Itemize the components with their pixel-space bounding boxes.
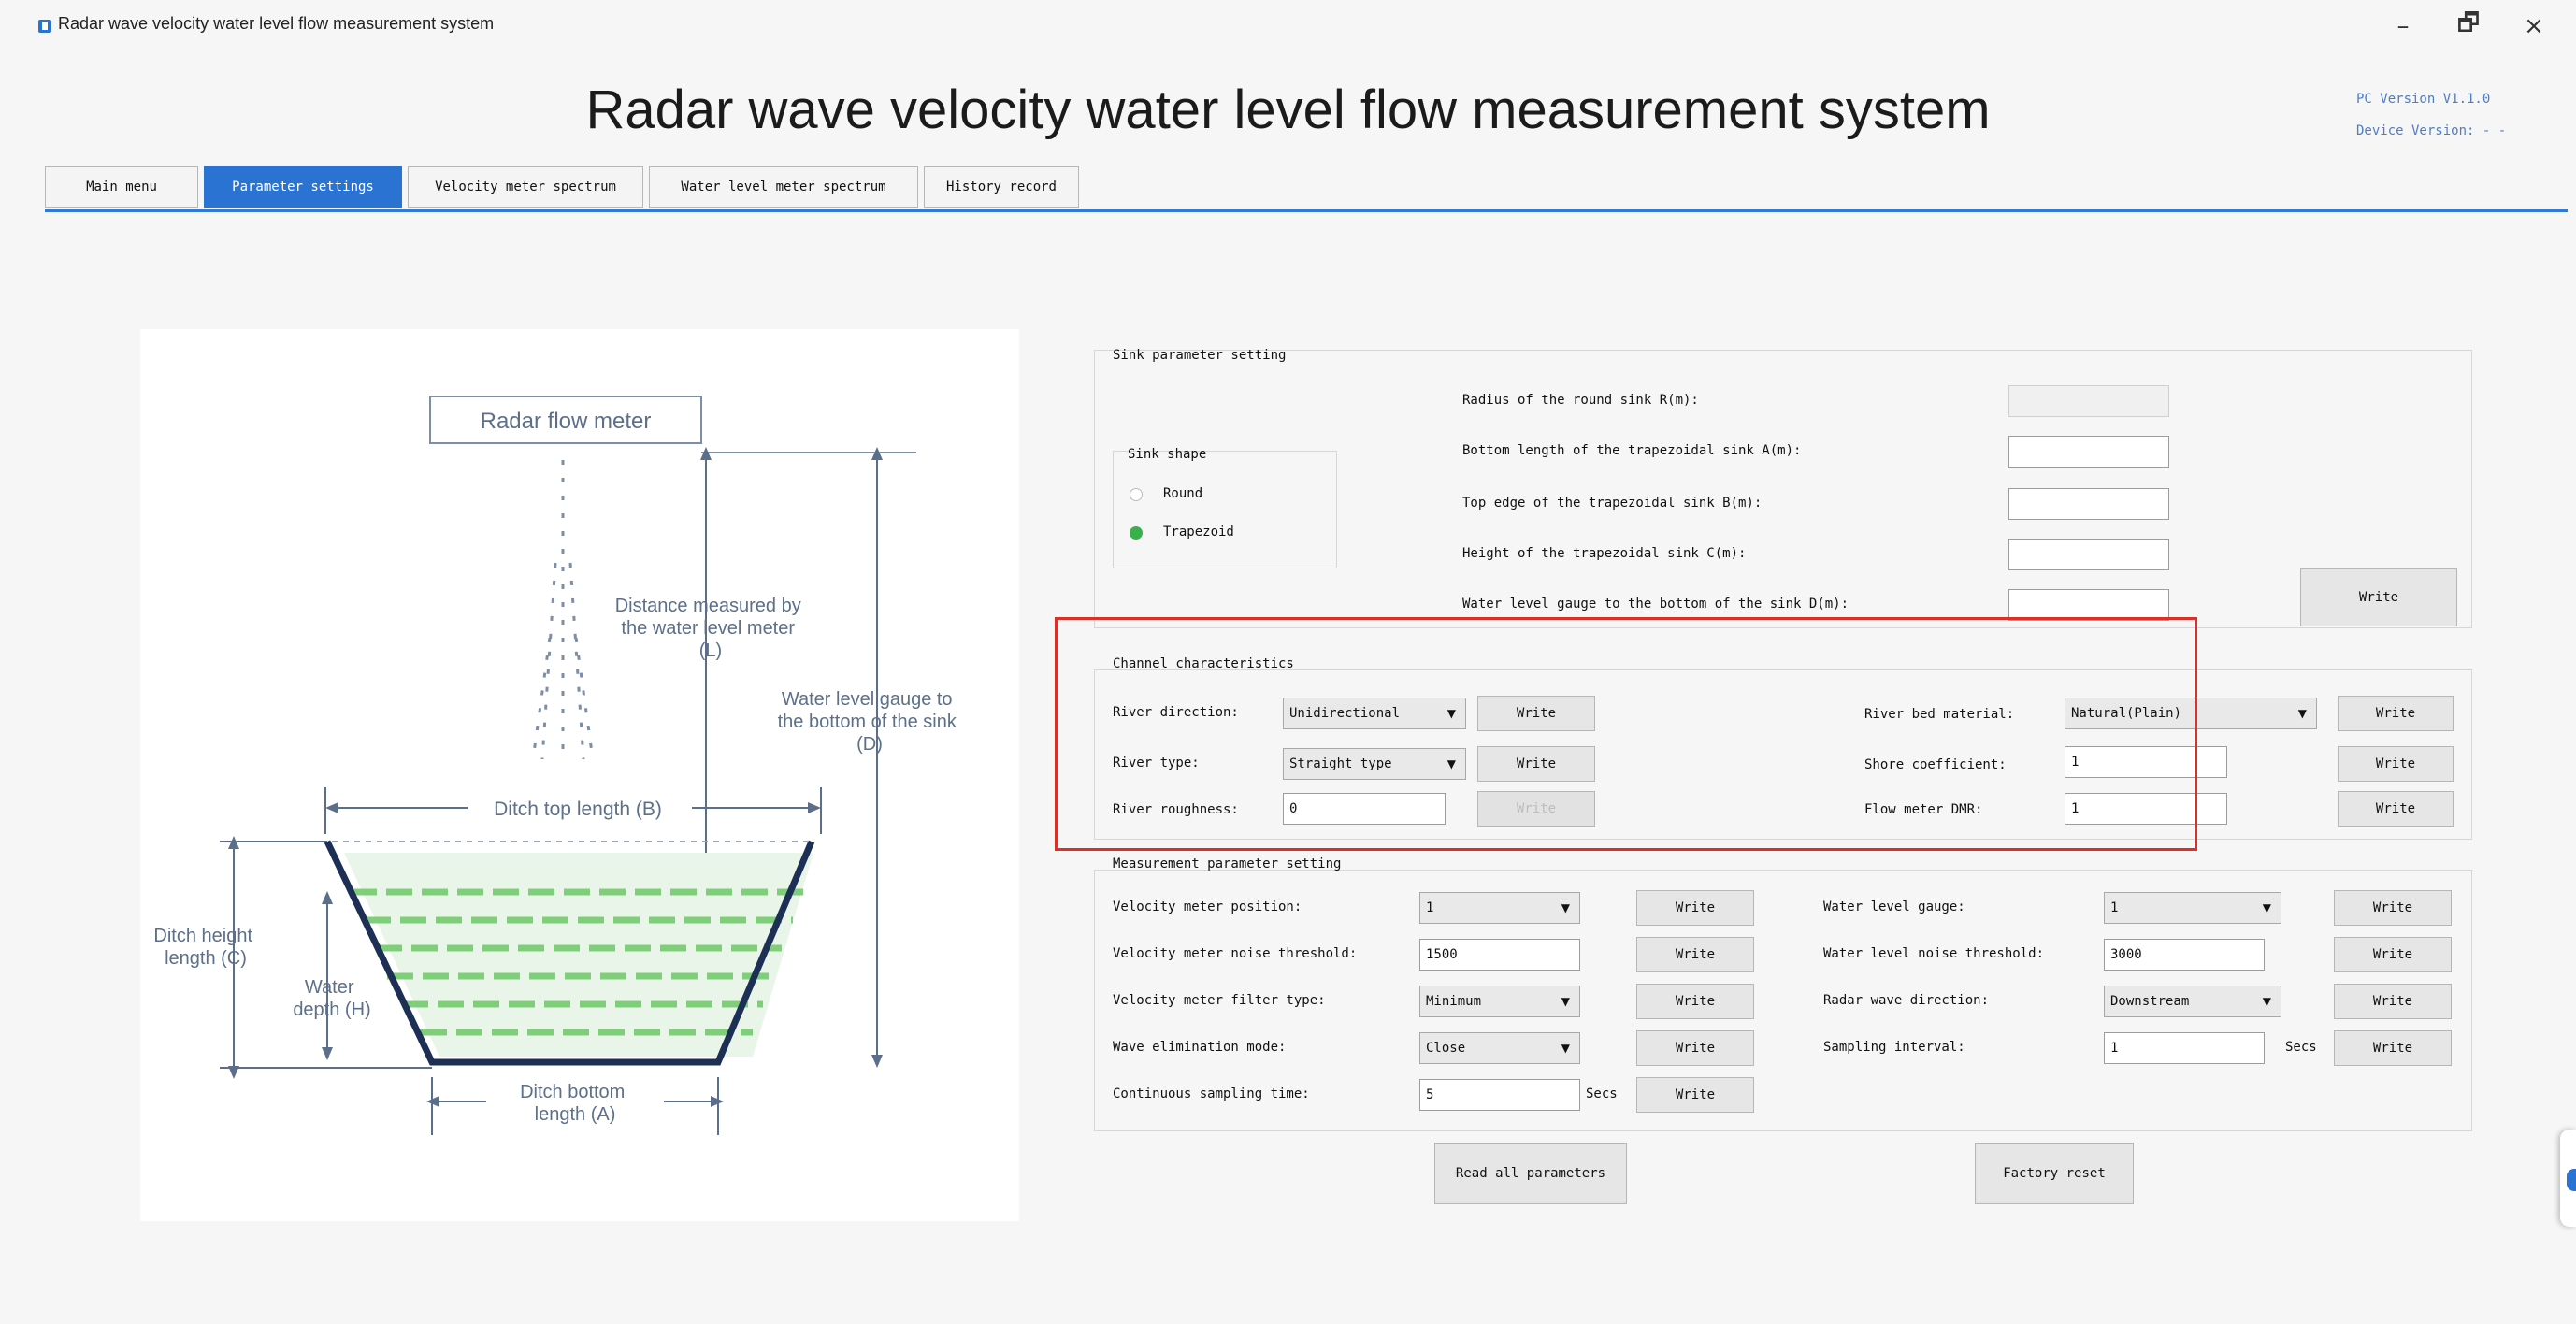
water-gauge-write-button[interactable]: Write (2334, 890, 2452, 926)
height-input[interactable] (2008, 539, 2169, 570)
velocity-position-label: Velocity meter position: (1113, 899, 1302, 914)
sampling-interval-write-button[interactable]: Write (2334, 1030, 2452, 1066)
chevron-down-icon: ▼ (1561, 1042, 1570, 1055)
bed-material-write-button[interactable]: Write (2338, 696, 2454, 731)
velocity-filter-label: Velocity meter filter type: (1113, 993, 1326, 1008)
water-gauge-label: Water level gauge: (1823, 899, 1965, 914)
tab-history-record[interactable]: History record (924, 166, 1079, 208)
top-length-label: Ditch top length (B) (494, 799, 662, 820)
water-noise-input[interactable]: 3000 (2104, 939, 2265, 971)
helper-icon (2567, 1169, 2576, 1191)
radar-beam (531, 460, 595, 760)
measurement-title: Measurement parameter setting (1113, 856, 1342, 871)
bottom-length-input-label: Bottom length of the trapezoidal sink A(… (1462, 443, 1802, 458)
chevron-down-icon: ▼ (1561, 995, 1570, 1008)
radio-round-label: Round (1163, 486, 1203, 501)
water-gauge-select[interactable]: 1 ▼ (2104, 892, 2281, 924)
tab-bar: Main menu Parameter settings Velocity me… (45, 166, 1079, 209)
channel-diagram: Radar flow meter Distance measured by th… (140, 329, 1019, 1221)
radar-direction-label: Radar wave direction: (1823, 993, 1990, 1008)
water-noise-label: Water level noise threshold: (1823, 946, 2045, 961)
sampling-interval-unit: Secs (2285, 1040, 2317, 1055)
factory-reset-button[interactable]: Factory reset (1975, 1143, 2134, 1204)
read-all-parameters-button[interactable]: Read all parameters (1434, 1143, 1627, 1204)
chevron-down-icon: ▼ (2262, 901, 2271, 914)
radar-direction-write-button[interactable]: Write (2334, 984, 2452, 1019)
top-edge-input[interactable] (2008, 488, 2169, 520)
velocity-filter-write-button[interactable]: Write (1636, 984, 1754, 1019)
height-label: Ditch height length (C) (153, 926, 257, 969)
tab-velocity-spectrum[interactable]: Velocity meter spectrum (408, 166, 643, 208)
version-info: PC Version V1.1.0 Device Version: - - (2356, 79, 2506, 151)
sampling-interval-label: Sampling interval: (1823, 1040, 1965, 1055)
tab-water-level-spectrum[interactable]: Water level meter spectrum (649, 166, 918, 208)
radio-trapezoid[interactable] (1130, 526, 1143, 540)
velocity-position-write-button[interactable]: Write (1636, 890, 1754, 926)
app-icon (38, 20, 51, 33)
sink-shape-title: Sink shape (1128, 447, 1207, 462)
close-button[interactable]: × (2506, 6, 2562, 47)
wave-elimination-select[interactable]: Close ▼ (1419, 1032, 1580, 1064)
velocity-noise-input[interactable]: 1500 (1419, 939, 1580, 971)
radio-round[interactable] (1130, 488, 1143, 501)
gauge-bottom-input[interactable] (2008, 589, 2169, 621)
wave-elimination-write-button[interactable]: Write (1636, 1030, 1754, 1066)
radio-trapezoid-label: Trapezoid (1163, 525, 1234, 540)
chevron-down-icon: ▼ (2297, 707, 2307, 720)
sampling-interval-input[interactable]: 1 (2104, 1032, 2265, 1064)
depth-label: Water depth (H) (293, 977, 370, 1020)
sink-write-button[interactable]: Write (2300, 568, 2457, 626)
tab-main-menu[interactable]: Main menu (45, 166, 198, 208)
sink-shape-group (1113, 451, 1337, 568)
continuous-sampling-input[interactable]: 5 (1419, 1079, 1580, 1111)
continuous-sampling-write-button[interactable]: Write (1636, 1077, 1754, 1113)
tab-underline (45, 209, 2568, 212)
velocity-filter-select[interactable]: Minimum ▼ (1419, 986, 1580, 1017)
sink-radius-input[interactable] (2008, 385, 2169, 417)
channel-diagram-svg: Radar flow meter Distance measured by th… (153, 396, 962, 1135)
sink-radius-label: Radius of the round sink R(m): (1462, 393, 1699, 408)
app-window: Radar wave velocity water level flow mea… (0, 0, 2576, 1324)
side-helper-tab[interactable] (2560, 1130, 2576, 1227)
chevron-down-icon: ▼ (2262, 995, 2271, 1008)
chevron-down-icon: ▼ (1561, 901, 1570, 914)
radar-label: Radar flow meter (481, 409, 652, 434)
title-bar: Radar wave velocity water level flow mea… (0, 0, 2576, 52)
device-version: Device Version: - - (2356, 123, 2507, 138)
height-input-label: Height of the trapezoidal sink C(m): (1462, 546, 1747, 561)
gauge-label: Water level gauge to the bottom of the s… (778, 689, 962, 755)
velocity-position-select[interactable]: 1 ▼ (1419, 892, 1580, 924)
velocity-noise-label: Velocity meter noise threshold: (1113, 946, 1358, 961)
wave-elimination-label: Wave elimination mode: (1113, 1040, 1287, 1055)
flow-meter-dmr-write-button[interactable]: Write (2338, 791, 2454, 827)
water-noise-write-button[interactable]: Write (2334, 937, 2452, 972)
tab-parameter-settings[interactable]: Parameter settings (204, 166, 402, 208)
window-title: Radar wave velocity water level flow mea… (58, 14, 495, 33)
continuous-sampling-unit: Secs (1586, 1087, 1618, 1101)
page-title: Radar wave velocity water level flow mea… (585, 79, 1991, 140)
shore-coefficient-write-button[interactable]: Write (2338, 746, 2454, 782)
distance-label: Distance measured by the water level met… (615, 596, 807, 661)
bottom-length-input[interactable] (2008, 436, 2169, 468)
channel-highlight-box (1055, 617, 2197, 851)
top-edge-input-label: Top edge of the trapezoidal sink B(m): (1462, 496, 1763, 511)
velocity-noise-write-button[interactable]: Write (1636, 937, 1754, 972)
gauge-bottom-input-label: Water level gauge to the bottom of the s… (1462, 597, 1849, 612)
continuous-sampling-label: Continuous sampling time: (1113, 1087, 1310, 1101)
sink-settings-title: Sink parameter setting (1113, 348, 1287, 363)
radar-direction-select[interactable]: Downstream ▼ (2104, 986, 2281, 1017)
restore-button[interactable]: 🗗 (2440, 6, 2497, 47)
minimize-button[interactable]: – (2375, 6, 2431, 47)
